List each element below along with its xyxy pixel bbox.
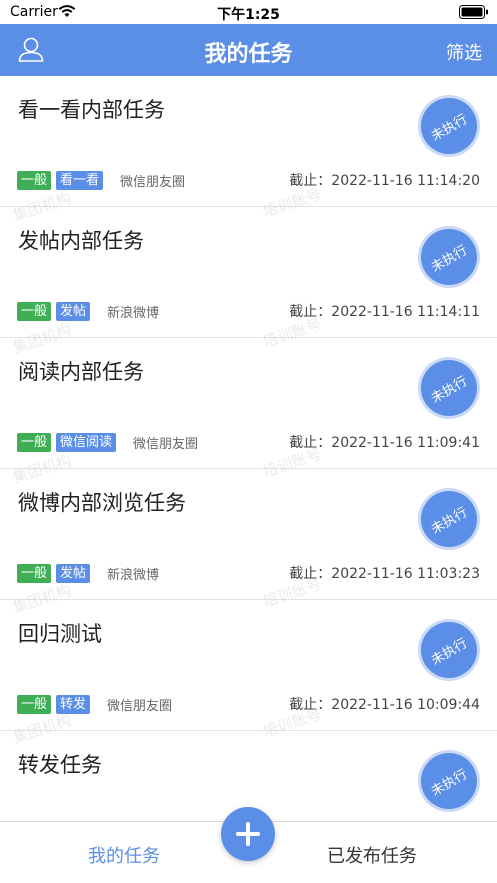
platform-label: 新浪微博 (107, 305, 160, 321)
level-tag: 一般 (17, 432, 52, 452)
task-meta: 一般 看一看 微信朋友圈 截止：2022-11-16 11:14:20 (17, 170, 480, 190)
platform-label: 微信朋友圈 (107, 698, 173, 714)
type-tag: 发帖 (56, 563, 91, 583)
deadline-label: 截止：2022-11-16 11:03:23 (289, 566, 480, 582)
filter-button[interactable]: 筛选 (446, 39, 482, 65)
level-tag: 一般 (17, 170, 52, 190)
status-stamp: 未执行 (421, 229, 477, 285)
task-meta: 一般 转发 微信朋友圈 截止：2022-11-16 10:09:44 (17, 694, 480, 714)
level-tag: 一般 (17, 563, 52, 583)
type-tag: 微信阅读 (56, 432, 117, 452)
navigation-bar: 我的任务 筛选 (0, 24, 497, 76)
add-task-button[interactable] (221, 807, 275, 861)
task-item[interactable]: 回归测试 未执行 一般 转发 微信朋友圈 截止：2022-11-16 10:09… (0, 600, 497, 731)
status-stamp: 未执行 (421, 98, 477, 154)
task-item[interactable]: 微博内部浏览任务 未执行 一般 发帖 新浪微博 截止：2022-11-16 11… (0, 469, 497, 600)
task-item[interactable]: 阅读内部任务 未执行 一般 微信阅读 微信朋友圈 截止：2022-11-16 1… (0, 338, 497, 469)
status-label: 未执行 (429, 111, 471, 144)
task-title: 回归测试 (18, 622, 102, 646)
task-item[interactable]: 看一看内部任务 未执行 一般 看一看 微信朋友圈 截止：2022-11-16 1… (0, 76, 497, 207)
platform-label: 微信朋友圈 (120, 174, 186, 190)
level-tag: 一般 (17, 301, 52, 321)
task-meta: 一般 微信阅读 微信朋友圈 截止：2022-11-16 11:09:41 (17, 432, 480, 452)
status-stamp: 未执行 (421, 360, 477, 416)
status-stamp: 未执行 (421, 622, 477, 678)
status-stamp: 未执行 (421, 753, 477, 809)
status-label: 未执行 (429, 373, 471, 406)
level-tag: 一般 (17, 694, 52, 714)
type-tag: 转发 (56, 694, 91, 714)
platform-label: 新浪微博 (107, 567, 160, 583)
task-meta: 一般 发帖 新浪微博 截止：2022-11-16 11:14:11 (17, 301, 480, 321)
task-title: 发帖内部任务 (18, 229, 144, 253)
status-time: 下午1:25 (217, 7, 280, 23)
battery-icon (459, 5, 488, 19)
deadline-label: 截止：2022-11-16 10:09:44 (289, 697, 480, 713)
task-list: 看一看内部任务 未执行 一般 看一看 微信朋友圈 截止：2022-11-16 1… (0, 76, 497, 821)
task-title: 看一看内部任务 (18, 98, 165, 122)
status-label: 未执行 (429, 766, 471, 799)
plus-icon (236, 822, 260, 846)
status-label: 未执行 (429, 504, 471, 537)
type-tag: 发帖 (56, 301, 91, 321)
type-tag: 看一看 (56, 170, 104, 190)
tab-my-tasks[interactable]: 我的任务 (44, 842, 204, 868)
deadline-label: 截止：2022-11-16 11:14:20 (289, 173, 480, 189)
status-bar: Carrier 下午1:25 (0, 0, 497, 24)
deadline-label: 截止：2022-11-16 11:14:11 (289, 304, 480, 320)
status-label: 未执行 (429, 635, 471, 668)
task-title: 微博内部浏览任务 (18, 491, 186, 515)
status-label: 未执行 (429, 242, 471, 275)
task-title: 转发任务 (18, 753, 102, 777)
task-item[interactable]: 发帖内部任务 未执行 一般 发帖 新浪微博 截止：2022-11-16 11:1… (0, 207, 497, 338)
task-title: 阅读内部任务 (18, 360, 144, 384)
deadline-label: 截止：2022-11-16 11:09:41 (289, 435, 480, 451)
status-stamp: 未执行 (421, 491, 477, 547)
page-title: 我的任务 (204, 42, 293, 67)
task-meta: 一般 发帖 新浪微博 截止：2022-11-16 11:03:23 (17, 563, 480, 583)
tab-published-tasks[interactable]: 已发布任务 (292, 842, 452, 868)
platform-label: 微信朋友圈 (133, 436, 199, 452)
